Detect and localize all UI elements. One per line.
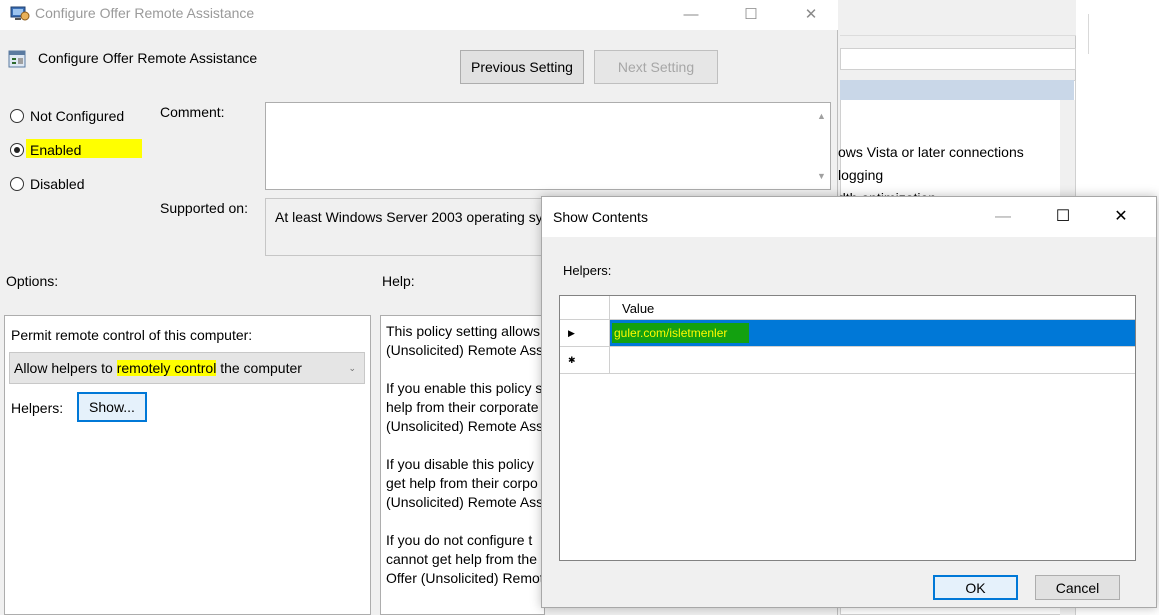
new-row-icon: ✱ — [568, 355, 576, 365]
current-row-icon: ▶ — [568, 328, 575, 338]
maximize-button[interactable]: ☐ — [728, 0, 774, 30]
show-helpers-button[interactable]: Show... — [77, 392, 147, 422]
new-row[interactable]: ✱ — [560, 346, 1135, 374]
dialog-close-button[interactable]: ✕ — [1098, 202, 1144, 232]
window-title: Configure Offer Remote Assistance — [35, 5, 255, 21]
background-list-item[interactable]: ows Vista or later connections — [838, 144, 1024, 160]
radio-dot — [10, 177, 24, 191]
radio-dot — [10, 109, 24, 123]
ok-button[interactable]: OK — [933, 575, 1018, 600]
grid-header: Value — [560, 296, 1135, 320]
chevron-down-icon: ⌄ — [348, 363, 356, 373]
disabled-label: Disabled — [30, 176, 85, 192]
dropdown-text-highlight: remotely control — [116, 360, 217, 376]
options-label: Options: — [6, 273, 59, 289]
dialog-titlebar: Show Contents — ☐ ✕ — [542, 197, 1156, 237]
supported-on-value: At least Windows Server 2003 operating s… — [275, 209, 543, 225]
policy-name: Configure Offer Remote Assistance — [38, 50, 258, 66]
cancel-button[interactable]: Cancel — [1035, 575, 1120, 600]
disabled-radio[interactable]: Disabled — [10, 174, 84, 194]
divider — [1088, 14, 1089, 54]
enabled-label: Enabled — [30, 142, 82, 158]
background-window-titlebar — [840, 0, 1076, 36]
background-window-field — [840, 48, 1076, 70]
permit-remote-control-label: Permit remote control of this computer: — [11, 327, 253, 343]
dropdown-text-prefix: Allow helpers to — [14, 360, 117, 376]
supported-on-label: Supported on: — [160, 200, 248, 216]
show-contents-dialog: Show Contents — ☐ ✕ Helpers: Value ▶ gul… — [541, 196, 1157, 608]
table-row[interactable]: ▶ guler.com/isletmenler — [560, 320, 1135, 346]
window-titlebar: Configure Offer Remote Assistance — ☐ ✕ — [0, 0, 838, 30]
supported-on-field: At least Windows Server 2003 operating s… — [265, 198, 555, 256]
scroll-up-icon[interactable]: ▲ — [813, 111, 830, 121]
remote-assistance-icon — [10, 6, 30, 21]
previous-setting-button[interactable]: Previous Setting — [460, 50, 584, 84]
policy-setting-icon — [8, 50, 26, 68]
dropdown-text-suffix: the computer — [216, 360, 302, 376]
helpers-label: Helpers: — [11, 400, 64, 416]
scroll-down-icon[interactable]: ▼ — [813, 171, 830, 181]
comment-label: Comment: — [160, 104, 225, 120]
next-setting-button[interactable]: Next Setting — [594, 50, 718, 84]
not-configured-label: Not Configured — [30, 108, 125, 124]
not-configured-radio[interactable]: Not Configured — [10, 106, 124, 126]
help-panel: This policy setting allows (Unsolicited)… — [380, 315, 545, 615]
radio-dot-selected — [10, 143, 24, 157]
background-list-item[interactable]: logging — [838, 167, 883, 183]
comment-scrollbar[interactable]: ▲ ▼ — [813, 103, 830, 189]
enabled-radio[interactable]: Enabled — [10, 140, 81, 160]
helper-value[interactable]: guler.com/isletmenler — [612, 323, 750, 343]
options-panel: Permit remote control of this computer: … — [4, 315, 371, 615]
comment-textarea[interactable]: ▲ ▼ — [265, 102, 831, 190]
minimize-button[interactable]: — — [668, 0, 714, 30]
dialog-maximize-button[interactable]: ☐ — [1040, 202, 1086, 232]
help-label: Help: — [382, 273, 415, 289]
background-window-selected-row[interactable] — [840, 80, 1074, 100]
close-button[interactable]: ✕ — [788, 0, 834, 30]
dialog-helpers-label: Helpers: — [563, 263, 612, 278]
help-text: This policy setting allows (Unsolicited)… — [386, 323, 544, 586]
dialog-minimize-button[interactable]: — — [980, 202, 1026, 232]
value-column-header[interactable]: Value — [622, 301, 654, 316]
remote-control-dropdown[interactable]: Allow helpers to remotely control the co… — [9, 352, 365, 384]
helpers-grid[interactable]: Value ▶ guler.com/isletmenler ✱ — [559, 295, 1136, 561]
dialog-title: Show Contents — [553, 209, 648, 225]
